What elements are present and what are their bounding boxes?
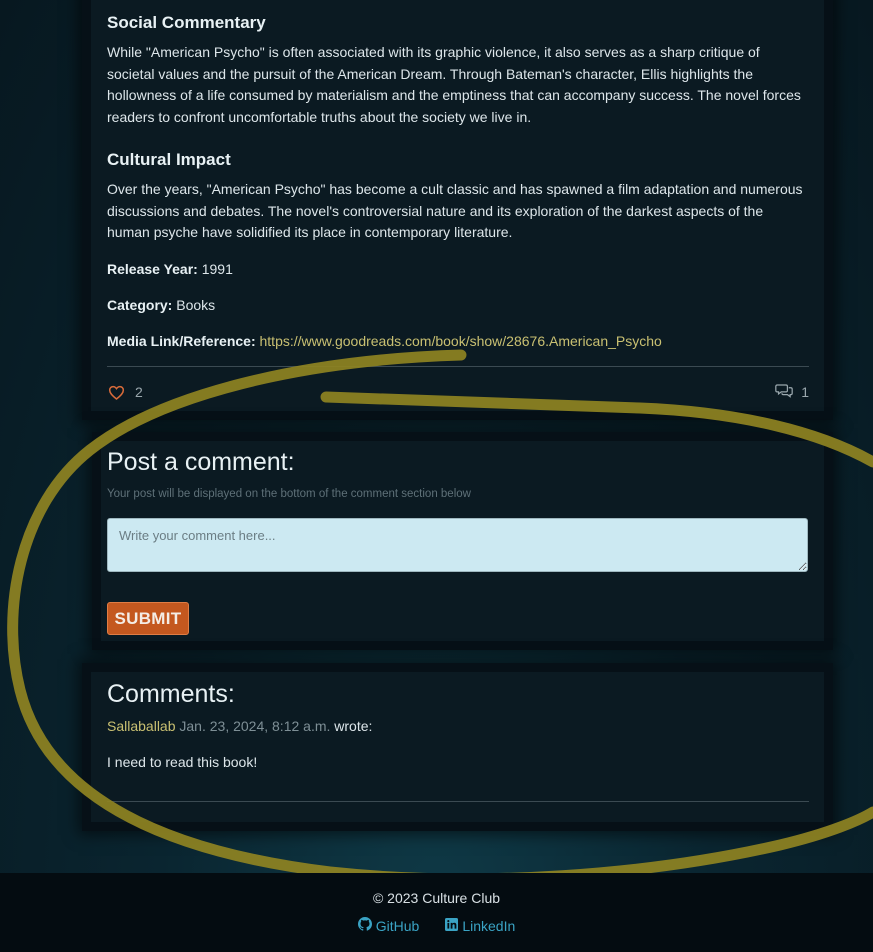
article-divider — [107, 366, 809, 367]
footer-copyright: © 2023 Culture Club — [372, 890, 501, 906]
media-link-label: Media Link/Reference: — [107, 333, 256, 349]
heart-icon — [108, 385, 125, 400]
comments-icon — [775, 383, 793, 401]
media-link-url[interactable]: https://www.goodreads.com/book/show/2867… — [260, 333, 662, 349]
footer: © 2023 Culture Club GitHub LinkedIn — [0, 873, 873, 952]
category-value: Books — [176, 297, 216, 313]
comment-count-value: 1 — [801, 384, 809, 400]
social-commentary-text: While "American Psycho" is often associa… — [107, 44, 801, 125]
category: Category: Books — [107, 297, 215, 313]
media-link: Media Link/Reference: https://www.goodre… — [107, 333, 662, 349]
submit-button[interactable]: SUBMIT — [107, 602, 189, 635]
comment-wrote: wrote: — [334, 718, 373, 734]
comment-text: I need to read this book! — [107, 754, 258, 770]
cultural-impact-text: Over the years, "American Psycho" has be… — [107, 181, 803, 240]
like-button[interactable]: 2 — [108, 384, 143, 400]
comments-title: Comments: — [107, 680, 235, 708]
post-comment-title: Post a comment: — [107, 448, 295, 476]
like-count: 2 — [135, 384, 143, 400]
category-label: Category: — [107, 297, 173, 313]
comment-date: Jan. 23, 2024, 8:12 a.m. — [179, 718, 331, 734]
linkedin-link[interactable]: LinkedIn — [445, 917, 515, 934]
linkedin-label: LinkedIn — [462, 917, 516, 934]
comment-author[interactable]: Sallaballab — [107, 718, 176, 734]
github-icon — [357, 917, 372, 934]
comment-count: 1 — [775, 383, 809, 401]
comment-header: Sallaballab Jan. 23, 2024, 8:12 a.m. wro… — [107, 718, 372, 734]
release-year-label: Release Year: — [107, 261, 198, 277]
github-label: GitHub — [375, 917, 420, 934]
comment-textarea[interactable] — [107, 518, 808, 572]
comment-divider — [107, 801, 809, 802]
release-year-value: 1991 — [201, 261, 233, 277]
post-comment-hint: Your post will be displayed on the botto… — [107, 488, 471, 500]
footer-links: GitHub LinkedIn — [0, 917, 873, 934]
linkedin-icon — [445, 917, 459, 934]
cultural-impact-heading: Cultural Impact — [107, 150, 231, 169]
github-link[interactable]: GitHub — [357, 917, 420, 934]
social-commentary-heading: Social Commentary — [107, 13, 266, 32]
release-year: Release Year: 1991 — [107, 261, 233, 277]
